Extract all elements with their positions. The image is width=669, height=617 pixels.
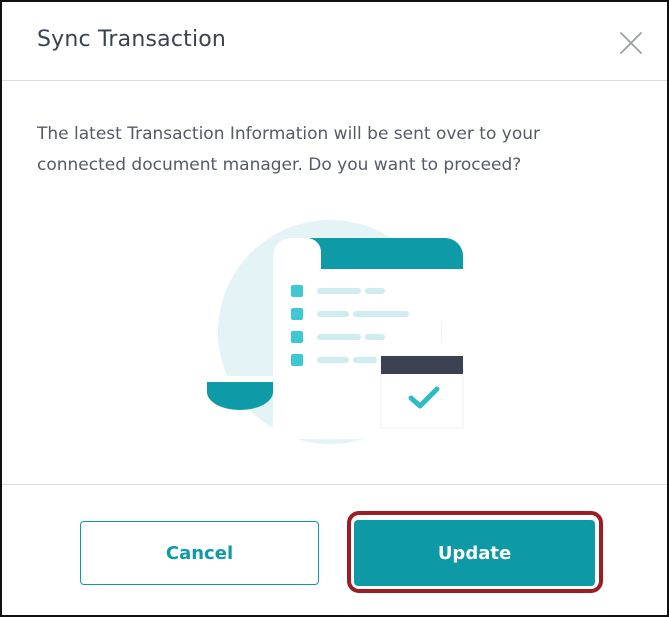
cancel-button[interactable]: Cancel [80,521,319,585]
dialog-title: Sync Transaction [37,27,227,52]
document-sync-illustration [205,214,475,454]
footer-divider [2,484,667,485]
dialog-header: Sync Transaction [2,2,667,81]
sync-transaction-dialog: Sync Transaction The latest Transaction … [0,0,669,617]
document-illustration-icon [207,220,464,444]
close-button[interactable] [616,28,646,58]
dialog-message-line-1: The latest Transaction Information will … [37,124,540,144]
close-icon [620,32,642,54]
update-button[interactable]: Update [354,520,595,586]
dialog-message: The latest Transaction Information will … [37,119,597,181]
dialog-message-line-2: connected document manager. Do you want … [37,155,522,175]
